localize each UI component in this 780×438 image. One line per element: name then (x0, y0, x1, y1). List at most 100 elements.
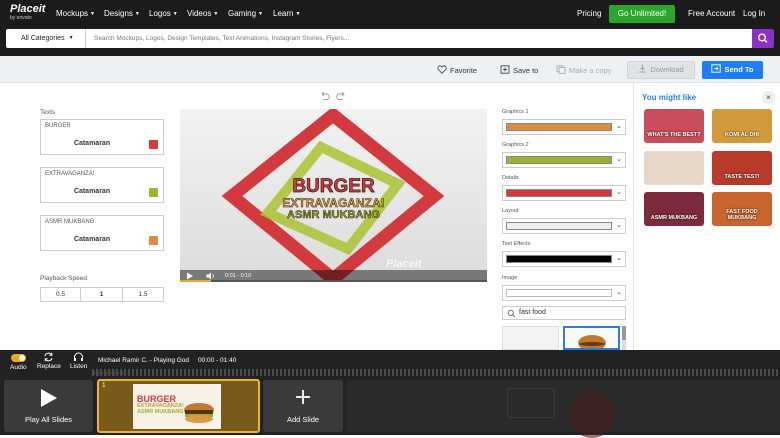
category-label: All Categories (21, 35, 65, 42)
text-field-3[interactable]: ASMR MUKBANG Catamaran (40, 215, 164, 251)
favorite-button[interactable]: Favorite (437, 65, 477, 75)
graphics1-select[interactable]: ⌄ (502, 119, 626, 135)
nav-logos-label: Logos (149, 9, 171, 18)
image-result-2[interactable] (563, 326, 620, 351)
download-button[interactable]: Download (627, 61, 695, 79)
video-time: 0:01 - 0:10 (225, 273, 252, 279)
nav-logos[interactable]: Logos ▼ (149, 9, 178, 18)
graphics2-label: Graphics 2 (502, 142, 529, 148)
search-input[interactable] (86, 29, 752, 48)
playback-speed-label: Playback Speed (40, 275, 87, 282)
nav-gaming-label: Gaming (228, 9, 257, 18)
slide-preview: BURGER EXTRAVAGANZA! ASMR MUKBANG (133, 384, 221, 429)
nav-videos[interactable]: Videos ▼ (187, 9, 218, 18)
speed-option-1[interactable]: 1 (80, 287, 123, 302)
color-swatch[interactable] (149, 188, 158, 197)
suggestion-thumb-6[interactable]: FAST FOOD MUKBANG (712, 192, 772, 226)
burger-image (578, 335, 606, 351)
image-search-input[interactable]: fast food (502, 306, 626, 320)
font-name[interactable]: Catamaran (41, 188, 143, 195)
send-to-label: Send To (724, 65, 754, 74)
speed-option-0-5[interactable]: 0.5 (40, 287, 81, 302)
nav-gaming[interactable]: Gaming ▼ (228, 9, 263, 18)
nav-learn-label: Learn (273, 9, 294, 18)
free-account-link[interactable]: Free Account (688, 9, 735, 18)
color-bar (506, 189, 612, 197)
audio-toggle[interactable]: Audio (10, 352, 27, 371)
text-field-2[interactable]: EXTRAVAGANZA! Catamaran (40, 167, 164, 203)
audio-waveform-strip (92, 369, 780, 376)
details-select[interactable]: ⌄ (502, 185, 626, 201)
image-search-value: fast food (519, 309, 546, 316)
chevron-down-icon: ▼ (295, 11, 301, 17)
image-select[interactable]: ⌄ (502, 285, 626, 301)
chevron-down-icon: ⌄ (616, 189, 622, 196)
texts-label: Texts (40, 109, 56, 116)
video-preview[interactable]: BURGER EXTRAVAGANZA! ASMR MUKBANG Placei… (180, 109, 487, 282)
play-icon[interactable] (186, 272, 194, 280)
empty-slide-area (347, 380, 780, 438)
undo-icon[interactable] (319, 91, 330, 101)
redo-icon[interactable] (336, 91, 347, 101)
preview-line-2: EXTRAVAGANZA! (282, 196, 385, 210)
text-value: EXTRAVAGANZA! (45, 171, 95, 177)
placeit-logo[interactable]: Placeit by envato (10, 4, 45, 21)
suggestion-thumb-3[interactable] (644, 151, 704, 185)
suggestions-panel: You might like × WHAT'S THE BEST? KOMI A… (633, 83, 780, 350)
top-nav: Placeit by envato Mockups ▼ Designs ▼ Logo… (0, 0, 780, 28)
logo-sub: by envato (10, 15, 32, 21)
nav-mockups[interactable]: Mockups ▼ (56, 9, 95, 18)
color-swatch[interactable] (149, 140, 158, 149)
suggestion-thumb-5[interactable]: ASMR MUKBANG (644, 192, 704, 226)
nav-designs[interactable]: Designs ▼ (104, 9, 140, 18)
color-bar (506, 123, 612, 131)
chevron-down-icon: ⌄ (616, 222, 622, 229)
image-results-scrollbar[interactable] (622, 326, 626, 350)
speed-option-1-5[interactable]: 1.5 (122, 287, 164, 302)
suggestion-label: WHAT'S THE BEST? (647, 132, 701, 138)
graphics2-select[interactable]: ⌄ (502, 152, 626, 168)
layout-select[interactable]: ⌄ (502, 218, 626, 234)
font-name[interactable]: Catamaran (41, 140, 143, 147)
chevron-down-icon: ▼ (172, 11, 178, 17)
chevron-down-icon: ▼ (68, 35, 74, 41)
font-name[interactable]: Catamaran (41, 236, 143, 243)
layout-label: Layout (502, 208, 519, 214)
search-button[interactable] (752, 29, 774, 48)
plus-icon (296, 390, 310, 404)
replace-button[interactable]: Replace (37, 352, 61, 370)
suggestion-label: FAST FOOD MUKBANG (726, 209, 758, 221)
audio-label: Audio (10, 364, 27, 371)
close-icon[interactable]: × (762, 91, 775, 104)
add-slide-button[interactable]: Add Slide (263, 380, 343, 432)
go-unlimited-button[interactable]: Go Unlimited! (609, 5, 675, 23)
nav-mockups-label: Mockups (56, 9, 89, 18)
volume-icon[interactable] (206, 272, 215, 280)
text-effects-label: Text Effects (502, 241, 531, 247)
listen-button[interactable]: Listen (70, 352, 87, 370)
suggestion-thumb-2[interactable]: KOMI AL DHI (712, 109, 772, 143)
nav-learn[interactable]: Learn ▼ (273, 9, 300, 18)
video-progress-fill (180, 280, 211, 282)
video-progress-track[interactable] (180, 280, 487, 282)
save-icon (500, 65, 510, 74)
text-effects-select[interactable]: ⌄ (502, 251, 626, 267)
slide-line-3: ASMR MUKBANG (137, 408, 184, 415)
send-to-button[interactable]: Send To (702, 61, 763, 79)
save-to-button[interactable]: Save to (500, 65, 538, 75)
color-swatch[interactable] (149, 236, 158, 245)
slide-number: 1 (102, 382, 106, 389)
login-link[interactable]: Log In (743, 9, 765, 18)
nav-pricing[interactable]: Pricing (577, 9, 601, 18)
image-result-1[interactable] (502, 326, 559, 350)
make-copy-button[interactable]: Make a copy (556, 65, 612, 75)
play-all-slides-button[interactable]: Play All Slides (4, 380, 93, 432)
toggle-switch[interactable] (10, 354, 26, 362)
category-select[interactable]: All Categories ▼ (6, 29, 86, 48)
ghost-image (569, 392, 615, 438)
color-bar (506, 255, 612, 263)
text-field-1[interactable]: BURGER Catamaran (40, 119, 164, 155)
suggestion-thumb-4[interactable]: TASTE TEST! (712, 151, 772, 185)
slide-thumbnail-1[interactable]: 1 BURGER EXTRAVAGANZA! ASMR MUKBANG (97, 379, 260, 433)
suggestion-thumb-1[interactable]: WHAT'S THE BEST? (644, 109, 704, 143)
